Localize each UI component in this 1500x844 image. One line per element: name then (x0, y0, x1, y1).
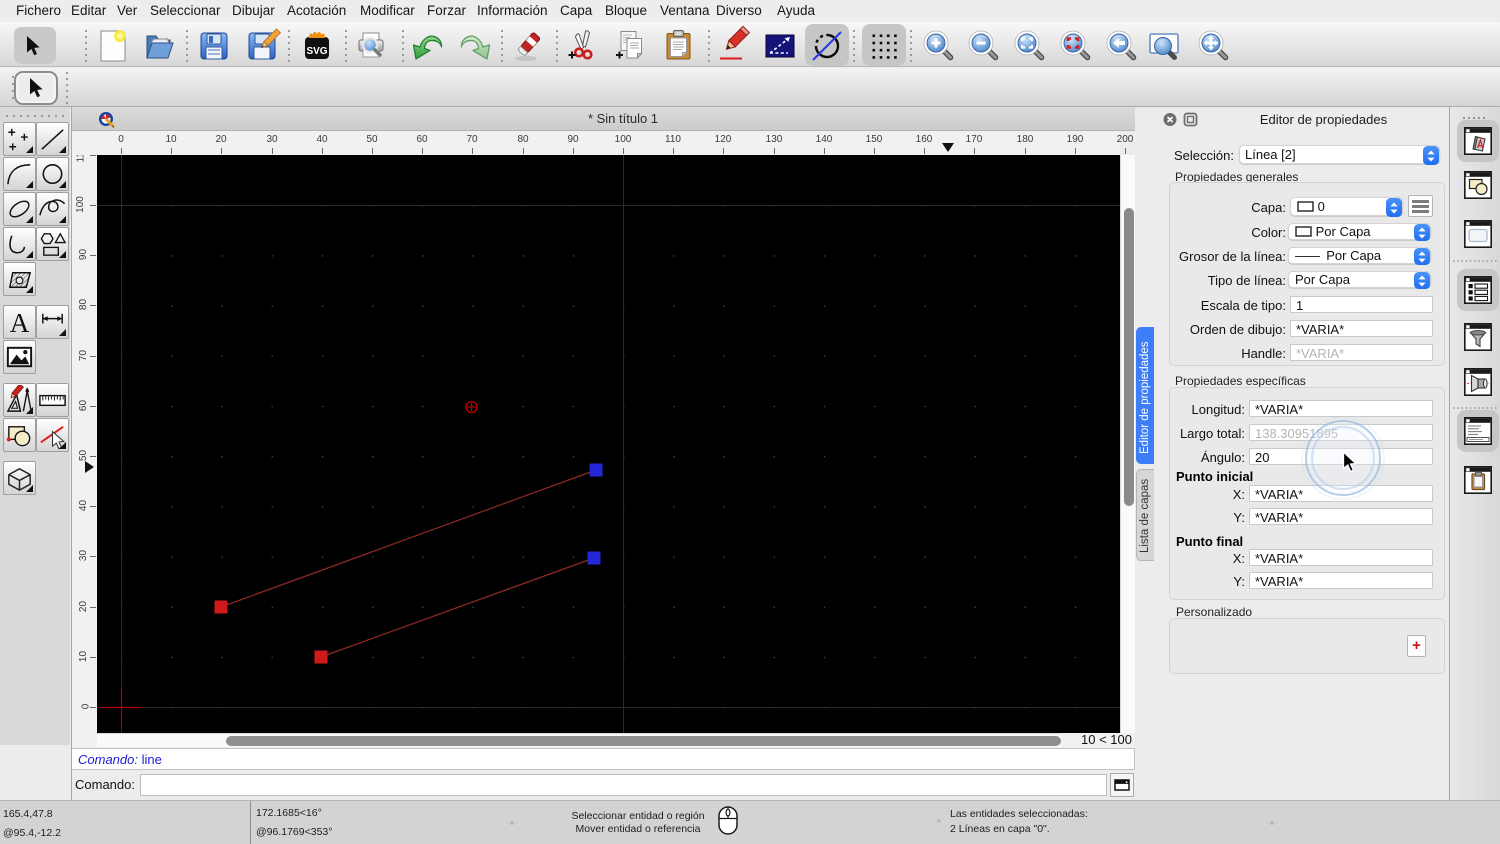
svg-text:SVG: SVG (306, 46, 327, 57)
svg-text:A: A (10, 308, 30, 338)
